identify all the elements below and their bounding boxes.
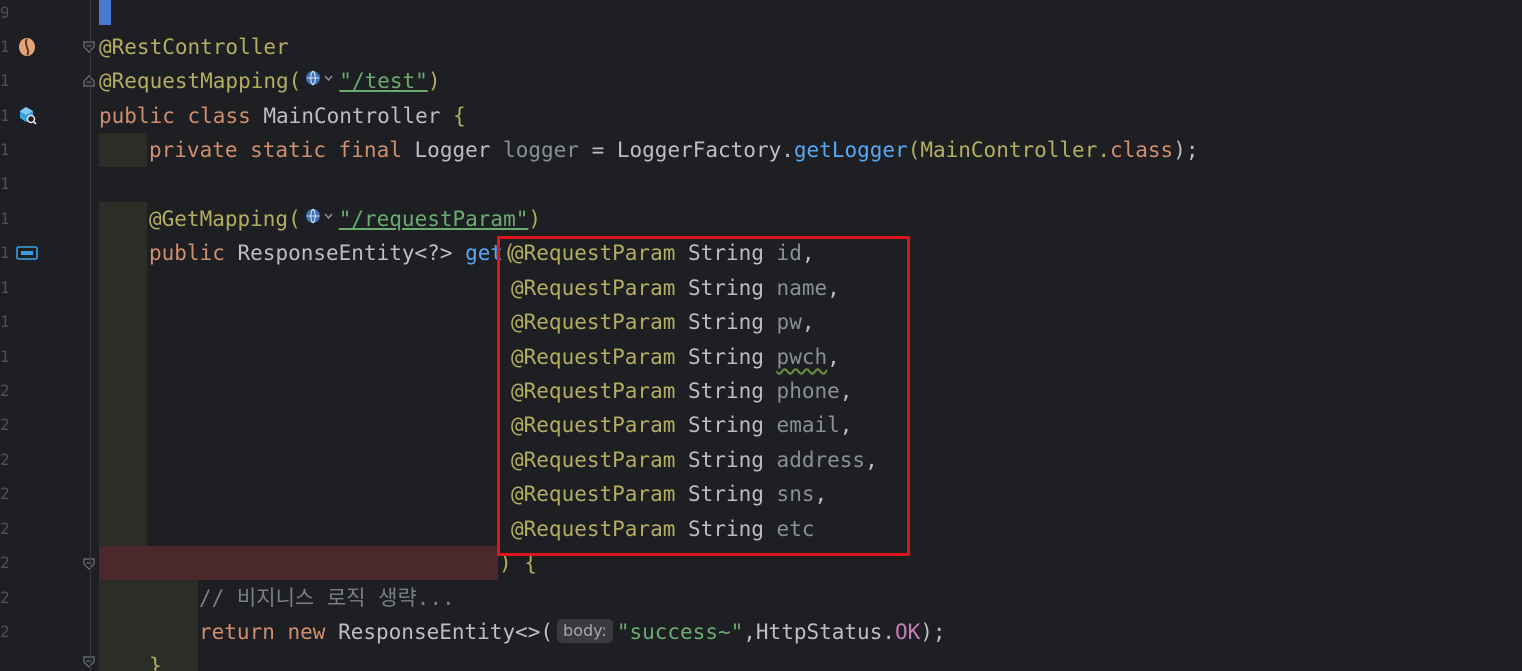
code-line: @RestController [99, 30, 289, 64]
string-literal[interactable]: "/test" [339, 69, 428, 93]
keyword: public [99, 104, 175, 128]
keyword: class [187, 104, 251, 128]
globe-icon[interactable] [305, 201, 335, 235]
line-number: 11 [0, 71, 8, 90]
keyword: return new [199, 620, 326, 644]
argument: (MainController. [907, 138, 1110, 162]
keyword: public [149, 241, 225, 265]
line-number: 18 [0, 312, 8, 331]
keyword: private static final [149, 138, 402, 162]
comment: // 비지니스 로직 생략... [199, 586, 455, 610]
parameter-hint: body: [557, 619, 613, 643]
indent-highlight [99, 202, 147, 546]
code-line: private static final Logger logger = Log… [149, 133, 1199, 167]
punctuation: } [149, 654, 162, 671]
line-number: 20 [0, 381, 8, 400]
code-editor[interactable]: 9 10 11 12 13 14 15 16 17 18 19 20 21 22… [0, 0, 1522, 671]
type-name: ResponseEntity<>( [338, 620, 554, 644]
class-name: MainController [263, 104, 441, 128]
punctuation: ); [1173, 138, 1199, 162]
constant: OK [894, 620, 921, 644]
code-line: // 비지니스 로직 생략... [199, 581, 455, 615]
code-line: @GetMapping( "/requestParam") [149, 202, 541, 236]
code-line: public class MainController { [99, 99, 466, 133]
line-number: 25 [0, 553, 8, 572]
line-number: 21 [0, 415, 8, 434]
fold-icon[interactable] [83, 558, 95, 570]
punctuation: ) [427, 69, 441, 93]
line-number: 26 [0, 588, 8, 607]
string-literal: "success~" [616, 620, 744, 644]
line-number: 22 [0, 450, 8, 469]
code-line: } [149, 649, 162, 671]
error-line-highlight [99, 546, 498, 580]
indent-guide [90, 0, 91, 671]
code-line: public ResponseEntity<?> get( [149, 236, 516, 270]
fold-icon[interactable] [83, 75, 95, 87]
editor-gutter: 9 10 11 12 13 14 15 16 17 18 19 20 21 22… [0, 0, 95, 671]
keyword: class [1109, 138, 1174, 162]
line-number: 14 [0, 174, 8, 193]
fold-icon[interactable] [83, 41, 95, 53]
string-literal[interactable]: "/requestParam" [339, 207, 529, 231]
endpoint-icon[interactable] [16, 242, 38, 264]
code-line: return new ResponseEntity<>(body: "succes… [199, 615, 946, 649]
line-number: 27 [0, 622, 8, 641]
line-number: 17 [0, 278, 8, 297]
line-number: 24 [0, 519, 8, 538]
globe-icon[interactable] [305, 63, 335, 97]
indent-highlight [99, 133, 147, 167]
line-number: 10 [0, 37, 8, 56]
code-line: @RequestMapping( "/test") [99, 64, 440, 98]
punctuation: ) [528, 207, 542, 231]
text-caret [99, 0, 111, 25]
class-name: ,HttpStatus. [743, 620, 895, 644]
type-name: ResponseEntity<?> [237, 241, 453, 265]
annotation: @RestController [99, 35, 289, 59]
fold-icon[interactable] [83, 656, 95, 668]
method-call: getLogger [793, 138, 908, 162]
punctuation: { [453, 104, 466, 128]
line-number: 19 [0, 347, 8, 366]
annotation: @RequestMapping( [99, 69, 302, 93]
type-name: Logger [414, 138, 491, 162]
line-number: 12 [0, 106, 8, 125]
highlight-box [497, 236, 910, 556]
punctuation: ); [920, 620, 946, 644]
line-number: 9 [0, 3, 8, 22]
line-number: 15 [0, 209, 8, 228]
line-number: 16 [0, 243, 8, 262]
field-name: logger [503, 138, 579, 162]
bean-icon[interactable] [16, 36, 38, 58]
class-name: LoggerFactory. [616, 138, 794, 162]
line-number: 23 [0, 484, 8, 503]
spring-web-icon[interactable] [16, 104, 38, 126]
annotation: @GetMapping( [149, 207, 301, 231]
line-number: 13 [0, 140, 8, 159]
operator: = [591, 138, 605, 162]
